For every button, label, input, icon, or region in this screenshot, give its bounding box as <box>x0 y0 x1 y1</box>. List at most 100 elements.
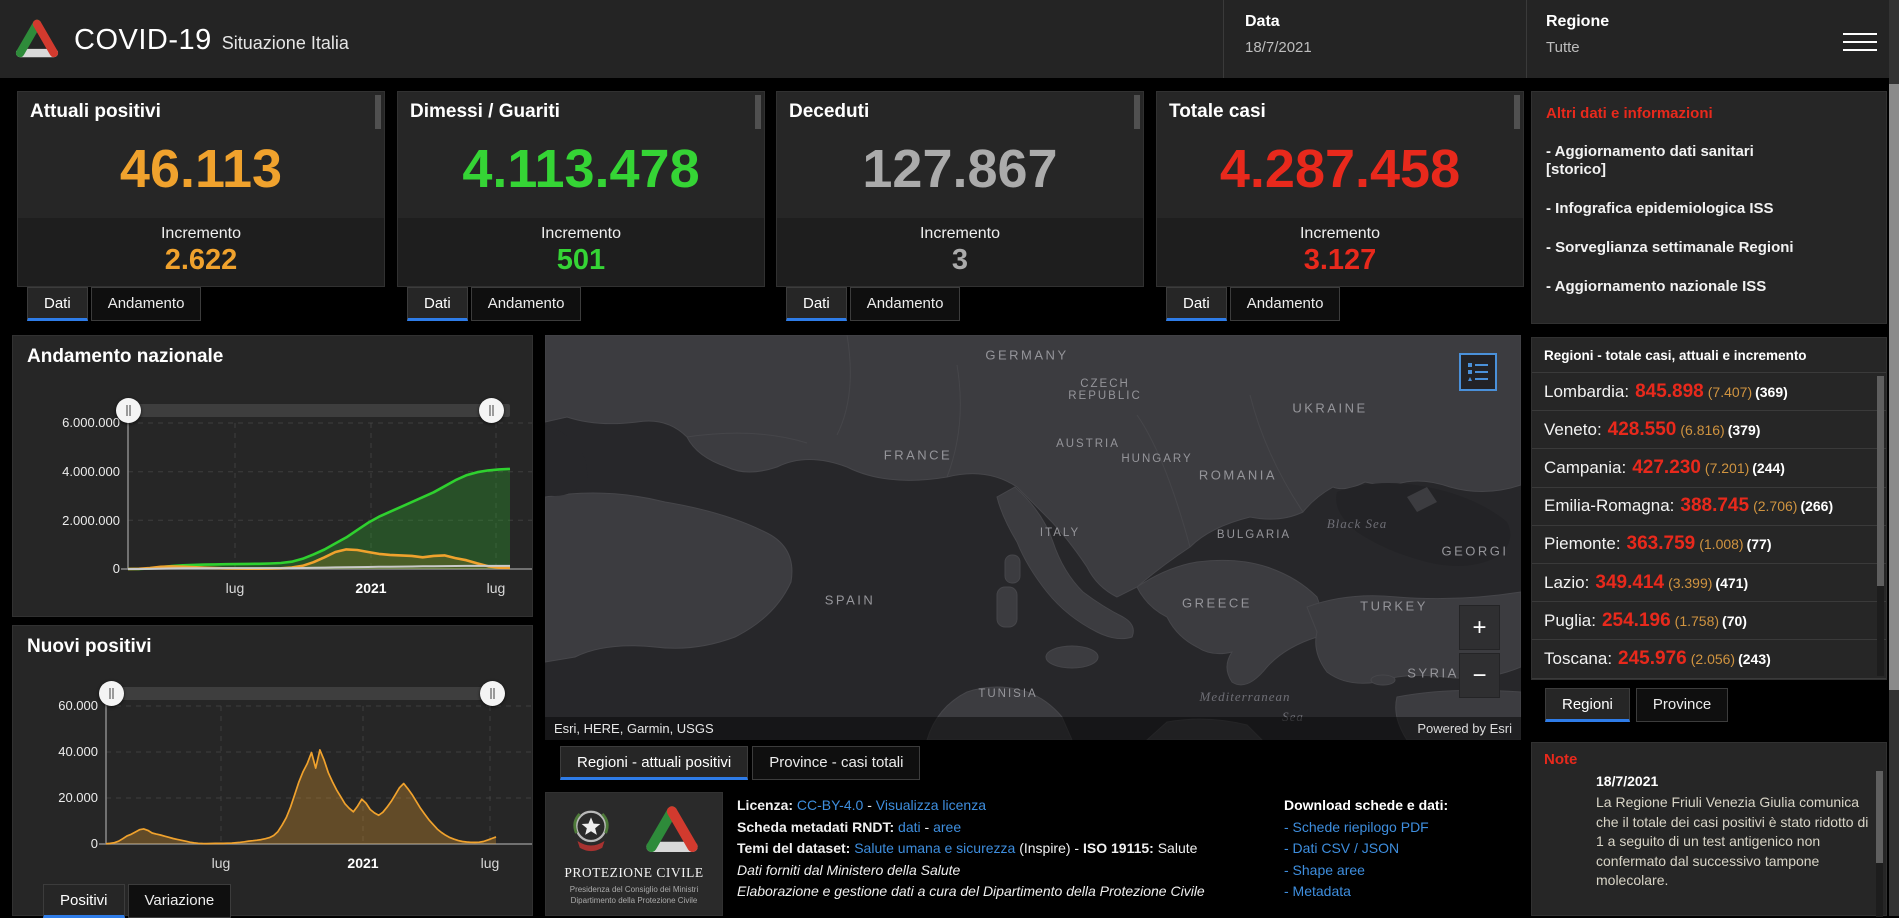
info-link[interactable]: - Infografica epidemiologica ISS <box>1546 200 1798 218</box>
map-attribution: Esri, HERE, Garmin, USGS Powered by Esri <box>545 717 1521 740</box>
map-zoom-in-button[interactable]: + <box>1459 605 1500 650</box>
tab-regioni[interactable]: Regioni <box>1545 688 1630 722</box>
slider-handle-left[interactable] <box>116 398 141 423</box>
download-link[interactable]: - Shape aree <box>1284 860 1534 882</box>
nuovi-chart: 60.000 40.000 20.000 0 lug 2021 lug <box>13 626 532 884</box>
region-current: (1.008) <box>1699 536 1743 552</box>
info-link[interactable]: - Aggiornamento dati sanitari [storico] <box>1546 143 1798 179</box>
map-zoom-out-button[interactable]: − <box>1459 653 1500 698</box>
svg-text:4.000.000: 4.000.000 <box>62 464 120 479</box>
svg-text:2.000.000: 2.000.000 <box>62 513 120 528</box>
card-scrollbar[interactable] <box>1134 95 1140 129</box>
region-name: Puglia: <box>1544 611 1596 631</box>
regions-panel: Regioni - totale casi, attuali e increme… <box>1531 337 1887 680</box>
pc-line1: Presidenza del Consiglio dei Ministri <box>546 885 722 894</box>
tab-dati[interactable]: Dati <box>786 287 847 321</box>
temi-line: Temi del dataset: Salute umana e sicurez… <box>737 838 1282 860</box>
region-total: 427.230 <box>1632 457 1701 479</box>
region-increment: (266) <box>1800 498 1833 514</box>
region-row-piemonte[interactable]: Piemonte:363.759(1.008)(77) <box>1532 526 1886 564</box>
svg-text:60.000: 60.000 <box>58 698 98 713</box>
protezione-civile-block: PROTEZIONE CIVILE Presidenza del Consigl… <box>545 792 723 916</box>
region-row-lombardia[interactable]: Lombardia:845.898(7.407)(369) <box>1532 373 1886 411</box>
region-row-campania[interactable]: Campania:427.230(7.201)(244) <box>1532 449 1886 487</box>
pc-line2: Dipartimento della Protezione Civile <box>546 896 722 905</box>
download-link[interactable]: - Dati CSV / JSON <box>1284 838 1534 860</box>
region-name: Veneto: <box>1544 420 1602 440</box>
download-link[interactable]: - Metadata <box>1284 881 1534 903</box>
salute-umana-link[interactable]: Salute umana e sicurezza <box>854 840 1015 856</box>
dati-forniti-line: Dati forniti dal Ministero della Salute <box>737 860 1282 882</box>
info-link[interactable]: - Aggiornamento nazionale ISS <box>1546 278 1798 296</box>
andamento-nazionale-panel: Andamento nazionale 6.000.000 4.000.000 … <box>12 335 533 617</box>
italy-emblem-icon <box>568 805 614 859</box>
metadata-line: Scheda metadati RNDT: dati - aree <box>737 817 1282 839</box>
tab-dati[interactable]: Dati <box>407 287 468 321</box>
stat-card-dimessi-guariti: Dimessi / Guariti4.113.478Incremento501D… <box>397 91 765 324</box>
tab-andamento[interactable]: Andamento <box>1230 287 1341 321</box>
region-selector[interactable]: Regione Tutte <box>1546 13 1609 56</box>
tab-andamento[interactable]: Andamento <box>850 287 961 321</box>
region-current: (6.816) <box>1680 422 1724 438</box>
region-increment: (379) <box>1728 422 1761 438</box>
visualizza-licenza-link[interactable]: Visualizza licenza <box>876 797 986 813</box>
card-value: 4.113.478 <box>398 132 764 206</box>
tab-andamento[interactable]: Andamento <box>471 287 582 321</box>
regions-header: Regioni - totale casi, attuali e increme… <box>1532 338 1886 373</box>
regions-scrollbar[interactable] <box>1877 376 1884 676</box>
tab-variazione[interactable]: Variazione <box>128 884 232 918</box>
region-increment: (471) <box>1715 575 1748 591</box>
region-row-lazio[interactable]: Lazio:349.414(3.399)(471) <box>1532 564 1886 602</box>
svg-text:lug: lug <box>481 855 500 871</box>
tab-dati[interactable]: Dati <box>1166 287 1227 321</box>
region-name: Piemonte: <box>1544 534 1621 554</box>
slider-handle-left[interactable] <box>99 681 124 706</box>
download-link[interactable]: - Schede riepilogo PDF <box>1284 817 1534 839</box>
tab-andamento[interactable]: Andamento <box>91 287 202 321</box>
note-scrollbar[interactable] <box>1876 771 1883 917</box>
svg-text:0: 0 <box>91 836 98 851</box>
dati-link[interactable]: dati <box>898 819 921 835</box>
region-row-toscana[interactable]: Toscana:245.976(2.056)(243) <box>1532 640 1886 678</box>
region-row-veneto[interactable]: Veneto:428.550(6.816)(379) <box>1532 411 1886 449</box>
region-label: Regione <box>1546 13 1609 31</box>
region-total: 245.976 <box>1618 648 1687 670</box>
tab-province[interactable]: Province <box>1636 688 1728 722</box>
svg-text:lug: lug <box>226 580 245 596</box>
region-row-puglia[interactable]: Puglia:254.196(1.758)(70) <box>1532 602 1886 640</box>
info-link[interactable]: - Sorveglianza settimanale Regioni <box>1546 239 1798 257</box>
tab-regioni-attuali-positivi[interactable]: Regioni - attuali positivi <box>560 746 748 780</box>
cc-by-link[interactable]: CC-BY-4.0 <box>797 797 863 813</box>
card-scrollbar[interactable] <box>1514 95 1520 129</box>
increment-label: Incremento <box>777 225 1143 243</box>
region-increment: (77) <box>1747 536 1772 552</box>
increment-value: 3 <box>777 244 1143 277</box>
card-scrollbar[interactable] <box>375 95 381 129</box>
europe-map[interactable]: GERMANYCZECH REPUBLICUKRAINEFRANCEAUSTRI… <box>545 335 1521 740</box>
svg-text:40.000: 40.000 <box>58 744 98 759</box>
aree-link[interactable]: aree <box>933 819 961 835</box>
powered-by-esri[interactable]: Powered by Esri <box>1417 717 1512 740</box>
data-selector[interactable]: Data 18/7/2021 <box>1245 13 1312 56</box>
topbar-divider <box>1223 0 1224 78</box>
time-range-slider[interactable] <box>128 404 510 417</box>
region-row-emilia-romagna[interactable]: Emilia-Romagna:388.745(2.706)(266) <box>1532 488 1886 526</box>
tab-positivi[interactable]: Positivi <box>43 884 125 918</box>
tab-province-casi-totali[interactable]: Province - casi totali <box>752 746 920 780</box>
page-scrollbar[interactable] <box>1889 0 1899 916</box>
tab-dati[interactable]: Dati <box>27 287 88 321</box>
protezione-civile-logo-icon <box>644 803 700 859</box>
slider-handle-right[interactable] <box>479 398 504 423</box>
hamburger-menu-icon[interactable] <box>1843 27 1877 55</box>
increment-label: Incremento <box>398 225 764 243</box>
card-body: Attuali positivi46.113Incremento2.622 <box>17 91 385 287</box>
time-range-slider[interactable] <box>106 687 496 700</box>
note-body: 18/7/2021 La Regione Friuli Venezia Giul… <box>1596 773 1874 891</box>
svg-text:0: 0 <box>113 561 120 576</box>
slider-handle-right[interactable] <box>480 681 505 706</box>
card-scrollbar[interactable] <box>755 95 761 129</box>
svg-text:2021: 2021 <box>347 855 378 871</box>
card-value: 46.113 <box>18 132 384 206</box>
map-legend-button[interactable] <box>1459 353 1497 391</box>
topbar-divider <box>1526 0 1527 78</box>
